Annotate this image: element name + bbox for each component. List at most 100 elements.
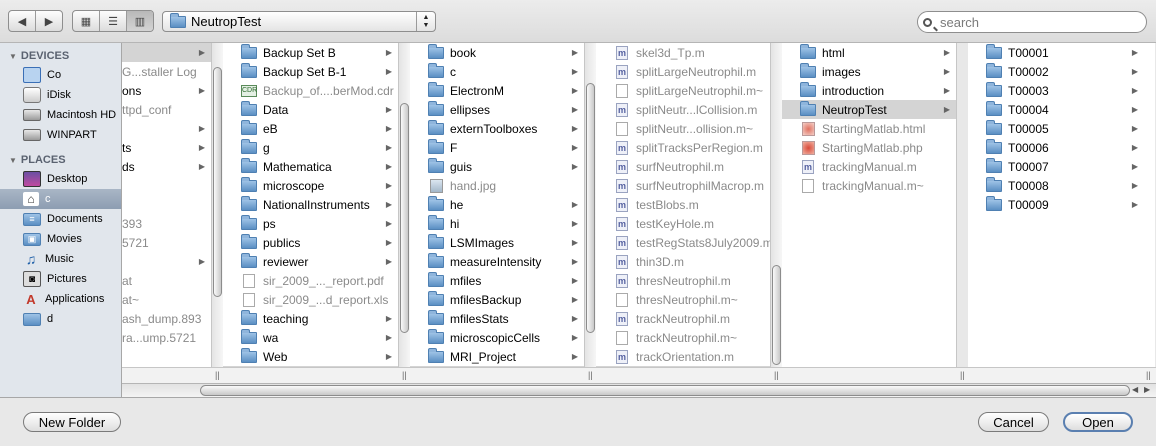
forward-arrow-icon[interactable]: ▶ — [36, 11, 62, 31]
file-row[interactable]: m surfNeutrophilMacrop.m — [596, 176, 770, 195]
folder-row[interactable]: ps ▶ — [223, 214, 398, 233]
folder-row[interactable]: guis ▶ — [410, 157, 584, 176]
scroll-thumb[interactable] — [200, 385, 1130, 396]
folder-row[interactable]: introduction ▶ — [782, 81, 956, 100]
folder-row[interactable]: Backup Set B ▶ — [223, 43, 398, 62]
folder-row[interactable]: externToolboxes ▶ — [410, 119, 584, 138]
sidebar-item-applications[interactable]: A Applications — [0, 289, 121, 309]
list-view-icon[interactable]: ☰ — [100, 11, 127, 31]
file-row[interactable]: m surfNeutrophil.m — [596, 157, 770, 176]
scroll-thumb[interactable] — [772, 265, 781, 365]
folder-row[interactable]: he ▶ — [410, 195, 584, 214]
file-row[interactable]: at~ — [122, 290, 211, 309]
scroll-thumb[interactable] — [400, 103, 409, 333]
folder-row[interactable]: Web ▶ — [223, 347, 398, 366]
file-row[interactable]: G...staller Log — [122, 62, 211, 81]
file-row[interactable]: m thresNeutrophil.m — [596, 271, 770, 290]
file-row[interactable]: at — [122, 271, 211, 290]
column-4-scrollbar[interactable] — [770, 43, 782, 367]
folder-row[interactable]: Data ▶ — [223, 100, 398, 119]
folder-row[interactable]: T00002 ▶ — [968, 62, 1144, 81]
folder-row[interactable]: images ▶ — [782, 62, 956, 81]
sidebar-item-d[interactable]: d — [0, 309, 121, 329]
folder-row[interactable]: mfiles ▶ — [410, 271, 584, 290]
folder-row[interactable]: publics ▶ — [223, 233, 398, 252]
sidebar-item-music[interactable]: ♫ Music — [0, 249, 121, 269]
folder-row[interactable]: wa ▶ — [223, 328, 398, 347]
sidebar-item-pictures[interactable]: ◙ Pictures — [0, 269, 121, 289]
file-row[interactable]: trackingManual.m~ — [782, 176, 956, 195]
scroll-left-arrow-icon[interactable]: ◀ — [1132, 385, 1138, 394]
folder-row[interactable]: T00008 ▶ — [968, 176, 1144, 195]
file-row[interactable]: m trackNeutrophil.m — [596, 309, 770, 328]
search-field[interactable] — [917, 11, 1147, 33]
file-row[interactable]: ash_dump.893 — [122, 309, 211, 328]
sidebar-item-macintosh-hd[interactable]: Macintosh HD — [0, 105, 121, 125]
back-arrow-icon[interactable]: ◀ — [9, 11, 36, 31]
file-row[interactable]: m testBlobs.m — [596, 195, 770, 214]
folder-row[interactable]: ▶ — [122, 252, 211, 271]
folder-row[interactable]: hi ▶ — [410, 214, 584, 233]
horizontal-scrollbar[interactable]: ◀ ▶ — [122, 383, 1156, 398]
file-row[interactable]: m trackOrientation.m — [596, 347, 770, 366]
disclosure-triangle-icon[interactable]: ▼ — [9, 156, 17, 165]
cancel-button[interactable]: Cancel — [978, 412, 1049, 432]
column-2-scrollbar[interactable] — [398, 43, 410, 367]
folder-row[interactable]: F ▶ — [410, 138, 584, 157]
search-input[interactable] — [938, 13, 1142, 31]
folder-row[interactable]: ellipses ▶ — [410, 100, 584, 119]
folder-row[interactable]: MRI_Project ▶ — [410, 347, 584, 366]
file-row[interactable]: CDR Backup_of....berMod.cdr — [223, 81, 398, 100]
folder-row[interactable]: g ▶ — [223, 138, 398, 157]
file-row[interactable]: trackNeutrophil.m~ — [596, 328, 770, 347]
disclosure-triangle-icon[interactable]: ▼ — [9, 52, 17, 61]
file-row[interactable]: StartingMatlab.php — [782, 138, 956, 157]
folder-row[interactable]: NationalInstruments ▶ — [223, 195, 398, 214]
column-resize-handle-icon[interactable]: || — [588, 370, 593, 380]
file-row[interactable] — [122, 176, 211, 195]
folder-row[interactable]: Mathematica ▶ — [223, 157, 398, 176]
column-resize-handle-icon[interactable]: || — [774, 370, 779, 380]
sidebar-item-co[interactable]: Co — [0, 65, 121, 85]
folder-row[interactable]: T00003 ▶ — [968, 81, 1144, 100]
folder-row[interactable]: reviewer ▶ — [223, 252, 398, 271]
file-row[interactable]: 393 — [122, 214, 211, 233]
folder-row[interactable]: T00007 ▶ — [968, 157, 1144, 176]
scroll-thumb[interactable] — [586, 83, 595, 333]
sidebar-item-movies[interactable]: ▣ Movies — [0, 229, 121, 249]
sidebar-item-home[interactable]: ⌂ c — [0, 189, 121, 209]
folder-row[interactable]: mfilesStats ▶ — [410, 309, 584, 328]
folder-row[interactable]: ElectronM ▶ — [410, 81, 584, 100]
folder-row[interactable]: ▶ — [122, 119, 211, 138]
icon-view-icon[interactable]: ▦ — [73, 11, 100, 31]
folder-row[interactable]: measureIntensity ▶ — [410, 252, 584, 271]
column-resize-handle-icon[interactable]: || — [215, 370, 220, 380]
folder-row[interactable]: teaching ▶ — [223, 309, 398, 328]
folder-row[interactable]: T00009 ▶ — [968, 195, 1144, 214]
folder-row[interactable]: ons ▶ — [122, 81, 211, 100]
path-popup[interactable]: NeutropTest ▲ ▼ — [162, 11, 436, 32]
folder-row[interactable]: ▶ — [122, 43, 211, 62]
file-row[interactable]: m thin3D.m — [596, 252, 770, 271]
sidebar-item-idisk[interactable]: iDisk — [0, 85, 121, 105]
devices-header[interactable]: ▼ DEVICES — [0, 47, 121, 65]
column-view-icon[interactable]: ▥ — [127, 11, 153, 31]
folder-row[interactable]: eB ▶ — [223, 119, 398, 138]
file-row[interactable]: thresNeutrophil.m~ — [596, 290, 770, 309]
file-row[interactable]: m splitNeutr...lCollision.m — [596, 100, 770, 119]
file-row[interactable]: splitNeutr...ollision.m~ — [596, 119, 770, 138]
sidebar-item-desktop[interactable]: Desktop — [0, 169, 121, 189]
column-1-scrollbar[interactable] — [211, 43, 223, 367]
new-folder-button[interactable]: New Folder — [23, 412, 121, 432]
open-button[interactable]: Open — [1063, 412, 1133, 432]
scroll-right-arrow-icon[interactable]: ▶ — [1144, 385, 1150, 394]
file-row[interactable]: ttpd_conf — [122, 100, 211, 119]
folder-row[interactable]: T00004 ▶ — [968, 100, 1144, 119]
file-row[interactable]: m testRegStats8July2009.m — [596, 233, 770, 252]
scroll-thumb[interactable] — [213, 67, 222, 297]
file-row[interactable]: splitLargeNeutrophil.m~ — [596, 81, 770, 100]
file-row[interactable]: m testKeyHole.m — [596, 214, 770, 233]
folder-row[interactable]: T00006 ▶ — [968, 138, 1144, 157]
file-row[interactable]: ra...ump.5721 — [122, 328, 211, 347]
folder-row[interactable]: book ▶ — [410, 43, 584, 62]
